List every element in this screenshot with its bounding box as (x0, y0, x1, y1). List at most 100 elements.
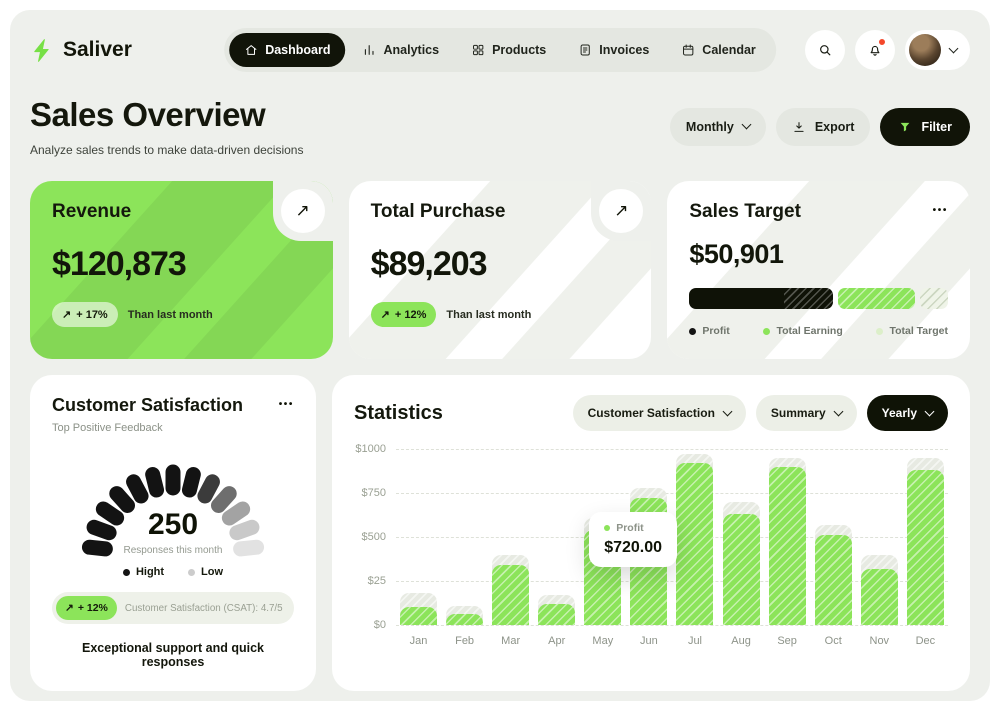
download-icon (792, 120, 806, 134)
chevron-down-icon (949, 43, 959, 53)
x-tick-label: Dec (907, 635, 944, 647)
legend-label: Total Earning (776, 325, 842, 337)
bar-profit (538, 604, 575, 625)
nav-item-analytics[interactable]: Analytics (347, 33, 454, 67)
app-panel: Saliver Dashboard Analytics Products Inv… (10, 10, 990, 701)
chevron-down-icon (722, 406, 732, 416)
chart-filters: Customer Satisfaction Summary Yearly (573, 395, 948, 431)
bar-group-sep[interactable] (769, 449, 806, 625)
bar-chart: $1000$750$500$25$0 Profit $720.00 (354, 449, 948, 625)
nav-item-products[interactable]: Products (456, 33, 561, 67)
total-purchase-card: ↗ Total Purchase $89,203 ↗ + 12% Than la… (349, 181, 652, 359)
purchase-trend-badge: ↗ + 12% (371, 302, 437, 327)
page-actions: Monthly Export Filter (670, 108, 970, 146)
open-purchase-button[interactable]: ↗ (599, 189, 643, 233)
bar-group-oct[interactable] (815, 449, 852, 625)
bar-group-jul[interactable] (676, 449, 713, 625)
badge-label: + 12% (395, 309, 427, 321)
range-label: Yearly (882, 406, 917, 420)
tooltip-label: Profit (616, 522, 643, 534)
trend-up-icon: ↗ (62, 308, 71, 321)
range-select[interactable]: Yearly (867, 395, 948, 431)
bar-profit (907, 470, 944, 625)
progress-target (920, 288, 948, 309)
purchase-value: $89,203 (371, 245, 630, 284)
main-nav: Dashboard Analytics Products Invoices Ca… (224, 28, 776, 72)
topbar: Saliver Dashboard Analytics Products Inv… (30, 26, 970, 74)
x-tick-label: Jan (400, 635, 437, 647)
search-button[interactable] (805, 30, 845, 70)
legend-dot (123, 569, 130, 576)
bar-group-dec[interactable] (907, 449, 944, 625)
brand[interactable]: Saliver (30, 38, 132, 63)
open-revenue-button[interactable]: ↗ (281, 189, 325, 233)
card-corner-notch: ↗ (591, 181, 651, 241)
bar-group-mar[interactable] (492, 449, 529, 625)
nav-label: Invoices (599, 43, 649, 57)
nav-item-invoices[interactable]: Invoices (563, 33, 664, 67)
satisfaction-footer: Exceptional support and quick responses (52, 641, 294, 669)
legend-label: Hight (136, 566, 164, 578)
y-axis: $1000$750$500$25$0 (354, 449, 396, 625)
analytics-icon (362, 43, 376, 57)
topbar-actions (805, 30, 970, 70)
notifications-button[interactable] (855, 30, 895, 70)
bar-group-aug[interactable] (723, 449, 760, 625)
badge-label: + 12% (78, 602, 108, 614)
brand-name: Saliver (63, 38, 132, 62)
calendar-icon (681, 43, 695, 57)
more-options-button[interactable]: ••• (279, 395, 294, 414)
legend-dot (689, 328, 696, 335)
bar-group-feb[interactable] (446, 449, 483, 625)
bar-group-apr[interactable] (538, 449, 575, 625)
x-tick-label: Apr (538, 635, 575, 647)
summary-select[interactable]: Summary (756, 395, 857, 431)
comparison-note: Than last month (128, 309, 213, 321)
legend-label: Low (201, 566, 223, 578)
bar-group-jan[interactable] (400, 449, 437, 625)
x-tick-label: Nov (861, 635, 898, 647)
user-menu-button[interactable] (905, 30, 970, 70)
gauge-segment (166, 465, 181, 496)
legend-dot (188, 569, 195, 576)
period-select[interactable]: Monthly (670, 108, 766, 146)
bar-group-nov[interactable] (861, 449, 898, 625)
legend-dot (763, 328, 770, 335)
bar-profit (492, 565, 529, 625)
more-options-button[interactable]: ••• (933, 201, 948, 220)
filter-label: Filter (921, 120, 952, 134)
summary-label: Summary (771, 406, 826, 420)
page-header: Sales Overview Analyze sales trends to m… (30, 96, 970, 157)
metric-select[interactable]: Customer Satisfaction (573, 395, 746, 431)
legend-dot (876, 328, 883, 335)
metric-label: Customer Satisfaction (588, 406, 715, 420)
responses-count: 250 (52, 508, 294, 542)
x-tick-label: Aug (723, 635, 760, 647)
bar-profit (815, 535, 852, 625)
gridline (396, 625, 948, 626)
nav-item-dashboard[interactable]: Dashboard (229, 33, 345, 67)
notification-dot (878, 38, 886, 46)
export-button[interactable]: Export (776, 108, 871, 146)
nav-label: Calendar (702, 43, 756, 57)
trend-up-icon: ↗ (381, 308, 390, 321)
search-icon (817, 42, 833, 58)
bar-profit (400, 607, 437, 625)
progress-earning (838, 288, 915, 309)
revenue-value: $120,873 (52, 245, 311, 284)
x-tick-label: Jun (630, 635, 667, 647)
chevron-down-icon (925, 406, 935, 416)
tooltip-value: $720.00 (604, 539, 662, 557)
products-grid-icon (471, 43, 485, 57)
sales-target-card: Sales Target ••• $50,901 Profit Total Ea… (667, 181, 970, 359)
lower-row: Customer Satisfaction Top Positive Feedb… (30, 375, 970, 691)
revenue-trend-badge: ↗ + 17% (52, 302, 118, 327)
target-value: $50,901 (689, 239, 948, 270)
tooltip-series-dot (604, 525, 610, 531)
chart-tooltip: Profit $720.00 (589, 512, 677, 567)
page-subtitle: Analyze sales trends to make data-driven… (30, 143, 303, 157)
card-corner-notch: ↗ (273, 181, 333, 241)
filter-button[interactable]: Filter (880, 108, 970, 146)
avatar (909, 34, 941, 66)
nav-item-calendar[interactable]: Calendar (666, 33, 771, 67)
